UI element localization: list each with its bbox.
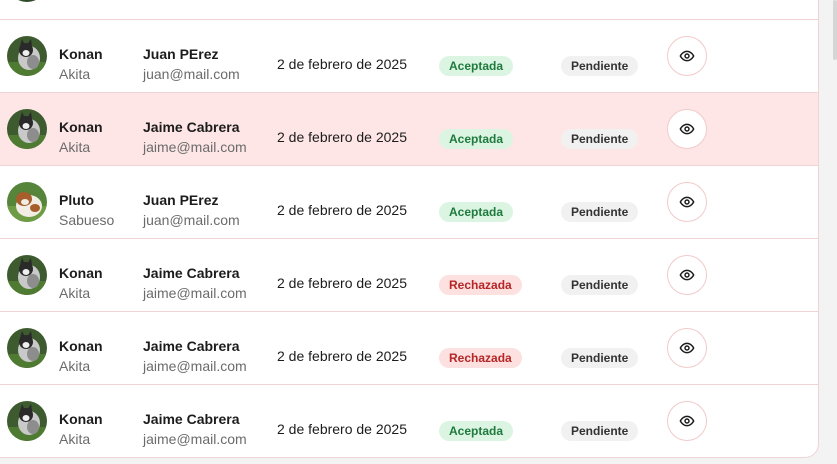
view-button[interactable] xyxy=(667,36,707,76)
owner-name: Juan PErez xyxy=(143,192,219,208)
owner-email: juan@mail.com xyxy=(143,66,240,82)
owner-name: Jaime Cabrera xyxy=(143,411,240,427)
akita-dog-photo xyxy=(7,36,47,76)
eye-icon xyxy=(679,269,695,281)
status-badge: Rechazada xyxy=(439,348,522,368)
pet-name: Konan xyxy=(59,411,103,427)
scrollbar-thumb[interactable] xyxy=(833,0,837,60)
table-row-6: Konan Akita Jaime Cabrera jaime@mail.com… xyxy=(0,385,818,457)
owner-email: jaime@mail.com xyxy=(143,431,247,447)
akita-dog-photo xyxy=(7,401,47,441)
owner-email: jaime@mail.com xyxy=(143,139,247,155)
view-button[interactable] xyxy=(667,182,707,222)
bulldog-photo xyxy=(7,182,47,222)
eye-icon xyxy=(679,50,695,62)
appointment-date: 2 de febrero de 2025 xyxy=(277,421,407,437)
akita-dog-photo xyxy=(7,255,47,295)
payment-badge: Pendiente xyxy=(561,129,639,149)
view-button[interactable] xyxy=(667,401,707,441)
owner-name: Jaime Cabrera xyxy=(143,119,240,135)
table-row-partial xyxy=(0,0,818,20)
payment-badge: Pendiente xyxy=(561,202,639,222)
appointment-date: 2 de febrero de 2025 xyxy=(277,129,407,145)
akita-dog-photo xyxy=(7,328,47,368)
pet-breed: Akita xyxy=(59,431,91,447)
payment-badge: Pendiente xyxy=(561,421,639,441)
view-button[interactable] xyxy=(667,328,707,368)
appointment-date: 2 de febrero de 2025 xyxy=(277,348,407,364)
payment-badge: Pendiente xyxy=(561,56,639,76)
status-badge: Aceptada xyxy=(439,56,514,76)
appointment-date: 2 de febrero de 2025 xyxy=(277,202,407,218)
avatar xyxy=(7,0,47,2)
eye-icon xyxy=(679,196,695,208)
owner-email: jaime@mail.com xyxy=(143,358,247,374)
appointment-date: 2 de febrero de 2025 xyxy=(277,56,407,72)
akita-dog-photo xyxy=(7,109,47,149)
status-badge: Rechazada xyxy=(439,275,522,295)
pet-name: Konan xyxy=(59,119,103,135)
table-row-3: Pluto Sabueso Juan PErez juan@mail.com 2… xyxy=(0,166,818,239)
eye-icon xyxy=(679,123,695,135)
status-badge: Aceptada xyxy=(439,421,514,441)
appointment-date: 2 de febrero de 2025 xyxy=(277,275,407,291)
status-badge: Aceptada xyxy=(439,129,514,149)
pet-name: Konan xyxy=(59,338,103,354)
owner-name: Jaime Cabrera xyxy=(143,338,240,354)
view-button[interactable] xyxy=(667,255,707,295)
eye-icon xyxy=(679,342,695,354)
table-row-5: Konan Akita Jaime Cabrera jaime@mail.com… xyxy=(0,312,818,385)
pet-breed: Akita xyxy=(59,358,91,374)
view-button[interactable] xyxy=(667,109,707,149)
table-body: Konan Akita Juan PErez juan@mail.com 2 d… xyxy=(0,20,818,457)
owner-name: Juan PErez xyxy=(143,46,219,62)
scrollbar[interactable] xyxy=(821,0,837,464)
eye-icon xyxy=(679,415,695,427)
pet-breed: Akita xyxy=(59,66,91,82)
pet-breed: Akita xyxy=(59,285,91,301)
payment-badge: Pendiente xyxy=(561,275,639,295)
pet-breed: Sabueso xyxy=(59,212,115,228)
owner-email: juan@mail.com xyxy=(143,212,240,228)
table-row-2: Konan Akita Jaime Cabrera jaime@mail.com… xyxy=(0,93,818,166)
pet-name: Konan xyxy=(59,46,103,62)
table-row-4: Konan Akita Jaime Cabrera jaime@mail.com… xyxy=(0,239,818,312)
status-badge: Aceptada xyxy=(439,202,514,222)
owner-name: Jaime Cabrera xyxy=(143,265,240,281)
owner-email: jaime@mail.com xyxy=(143,285,247,301)
pet-breed: Akita xyxy=(59,139,91,155)
pet-name: Pluto xyxy=(59,192,94,208)
table-row-1: Konan Akita Juan PErez juan@mail.com 2 d… xyxy=(0,20,818,93)
payment-badge: Pendiente xyxy=(561,348,639,368)
appointments-table: Konan Akita Juan PErez juan@mail.com 2 d… xyxy=(0,0,819,458)
pet-name: Konan xyxy=(59,265,103,281)
